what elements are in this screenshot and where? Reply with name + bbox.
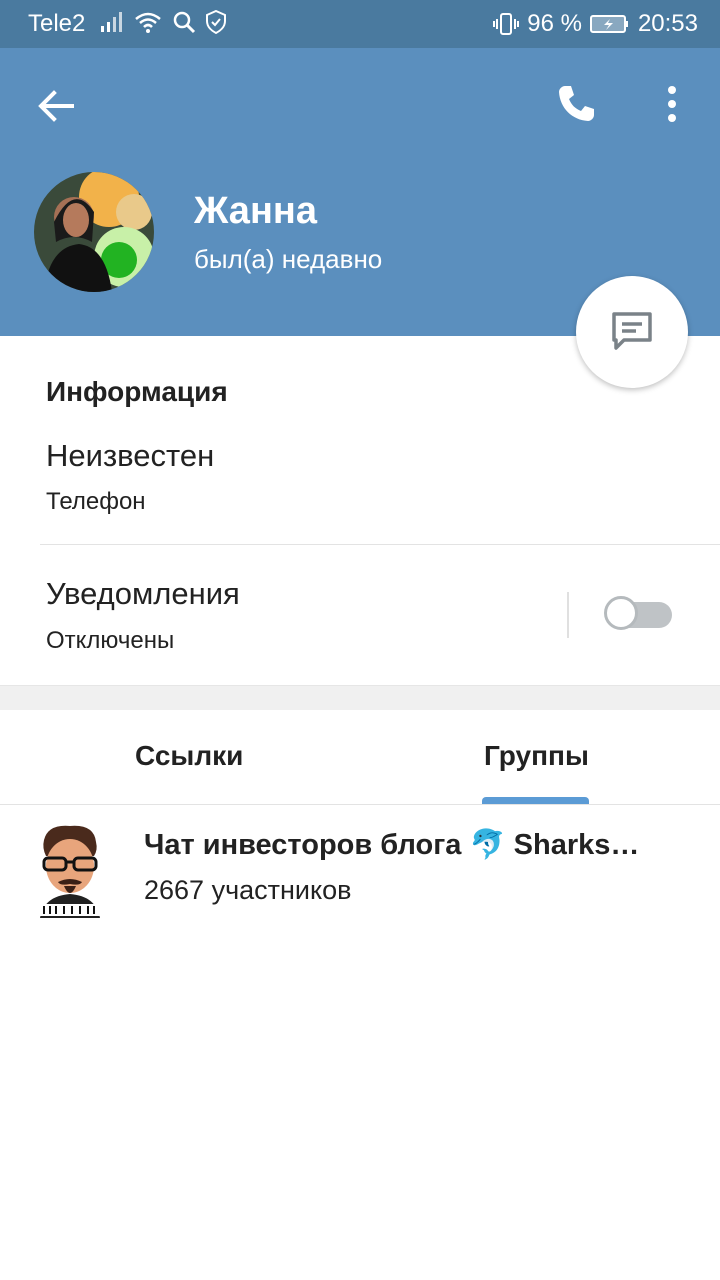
tabs-divider [0, 804, 720, 805]
notifications-title[interactable]: Уведомления [46, 576, 240, 612]
phone-label: Телефон [46, 488, 146, 515]
battery-percent: 96 % [527, 10, 582, 37]
tab-groups[interactable]: Группы [484, 740, 589, 772]
shield-icon [206, 10, 226, 34]
toggle-knob [604, 596, 638, 630]
message-fab[interactable] [576, 276, 688, 388]
profile-avatar[interactable] [34, 172, 154, 292]
search-status-icon [172, 10, 196, 34]
call-button[interactable] [552, 80, 600, 128]
tab-links[interactable]: Ссылки [135, 740, 243, 772]
status-icons-left [100, 10, 226, 34]
profile-last-seen: был(а) недавно [194, 244, 383, 274]
message-icon [612, 312, 652, 350]
group-title[interactable]: Чат инвесторов блога 🐬 Sharks… [144, 828, 639, 862]
back-button[interactable] [34, 84, 78, 128]
wifi-icon [134, 11, 162, 33]
vertical-separator [567, 592, 569, 638]
vibrate-icon [493, 12, 520, 36]
signal-icon [100, 11, 124, 33]
notifications-value: Отключены [46, 627, 175, 654]
battery-icon [589, 14, 630, 34]
section-gap [0, 685, 720, 710]
more-options-button[interactable] [656, 82, 688, 126]
profile-name: Жанна [194, 190, 317, 232]
phone-value[interactable]: Неизвестен [46, 438, 214, 474]
notifications-toggle[interactable] [604, 596, 672, 630]
phone-icon [559, 86, 594, 121]
carrier-label: Tele2 [28, 10, 86, 37]
active-tab-indicator [482, 797, 589, 804]
info-section-title: Информация [46, 376, 228, 407]
divider [40, 544, 720, 545]
status-icons-right: 96 % 20:53 [493, 10, 698, 38]
group-avatar[interactable] [34, 822, 106, 918]
group-member-count: 2667 участников [144, 875, 352, 905]
more-vertical-icon [668, 86, 676, 122]
status-bar: Tele2 96 % 20:53 [0, 0, 720, 48]
arrow-left-icon [38, 90, 74, 122]
clock: 20:53 [637, 10, 698, 37]
